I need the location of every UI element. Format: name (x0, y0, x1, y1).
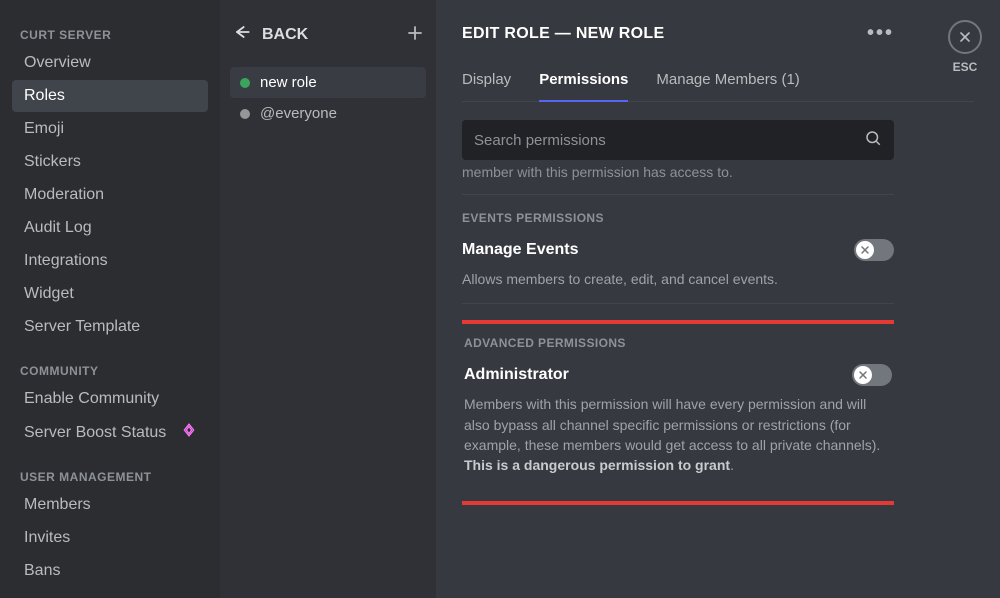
sidebar-item-invites[interactable]: Invites (12, 522, 208, 554)
sidebar-item-roles[interactable]: Roles (12, 80, 208, 112)
toggle-knob-icon (856, 241, 874, 259)
permission-name: Manage Events (462, 241, 578, 259)
role-item-everyone[interactable]: @everyone (230, 98, 426, 129)
add-role-button[interactable] (406, 24, 424, 46)
esc-label: ESC (953, 60, 978, 74)
toggle-administrator[interactable] (852, 364, 892, 386)
toggle-knob-icon (854, 366, 872, 384)
tab-display[interactable]: Display (462, 61, 511, 102)
toggle-manage-events[interactable] (854, 239, 894, 261)
sidebar-item-bans[interactable]: Bans (12, 555, 208, 587)
sidebar-item-stickers[interactable]: Stickers (12, 146, 208, 178)
back-label: BACK (262, 26, 308, 44)
role-color-dot (240, 78, 250, 88)
section-title: ADVANCED PERMISSIONS (464, 336, 892, 350)
tab-permissions[interactable]: Permissions (539, 61, 628, 102)
sidebar-item-audit-log[interactable]: Audit Log (12, 212, 208, 244)
sidebar-item-overview[interactable]: Overview (12, 47, 208, 79)
sidebar-item-moderation[interactable]: Moderation (12, 179, 208, 211)
boost-icon (182, 423, 196, 442)
arrow-left-icon (232, 22, 252, 47)
sidebar-group-title: CURT SERVER (8, 20, 212, 46)
permission-name: Administrator (464, 366, 569, 384)
sidebar-group-title: COMMUNITY (8, 356, 212, 382)
sidebar-item-integrations[interactable]: Integrations (12, 245, 208, 277)
search-input[interactable] (474, 132, 864, 149)
more-options-button[interactable]: ••• (867, 22, 894, 45)
sidebar-group-title: USER MANAGEMENT (8, 462, 212, 488)
sidebar-item-enable-community[interactable]: Enable Community (12, 383, 208, 415)
sidebar-item-server-boost-status[interactable]: Server Boost Status (12, 416, 208, 449)
roles-column: BACK new role @everyone (220, 0, 436, 598)
role-label: @everyone (260, 105, 337, 122)
permission-description: Members with this permission will have e… (464, 394, 892, 475)
permission-manage-events: Manage Events Allows members to create, … (462, 239, 894, 289)
tab-manage-members[interactable]: Manage Members (1) (656, 61, 799, 102)
role-item-new-role[interactable]: new role (230, 67, 426, 98)
section-title: EVENTS PERMISSIONS (462, 211, 894, 225)
role-label: new role (260, 74, 317, 91)
back-button[interactable]: BACK (232, 22, 308, 47)
sidebar-item-widget[interactable]: Widget (12, 278, 208, 310)
sidebar-item-emoji[interactable]: Emoji (12, 113, 208, 145)
sidebar-item-members[interactable]: Members (12, 489, 208, 521)
settings-sidebar: CURT SERVER Overview Roles Emoji Sticker… (0, 0, 220, 598)
main-panel: ESC EDIT ROLE — NEW ROLE ••• Display Per… (436, 0, 1000, 598)
search-icon (864, 129, 882, 151)
sidebar-item-server-template[interactable]: Server Template (12, 311, 208, 343)
close-button[interactable] (948, 20, 982, 54)
tabs: Display Permissions Manage Members (1) (462, 61, 974, 102)
permission-administrator: Administrator Members with this permissi… (464, 364, 892, 475)
highlight-box-administrator: ADVANCED PERMISSIONS Administrator Membe… (462, 320, 894, 505)
role-color-dot (240, 109, 250, 119)
permission-description: Allows members to create, edit, and canc… (462, 269, 894, 289)
search-permissions[interactable] (462, 120, 894, 160)
section-events-permissions: EVENTS PERMISSIONS Manage Events Allows … (462, 211, 894, 289)
page-title: EDIT ROLE — NEW ROLE (462, 25, 664, 43)
clipped-description: member with this permission has access t… (462, 160, 894, 180)
